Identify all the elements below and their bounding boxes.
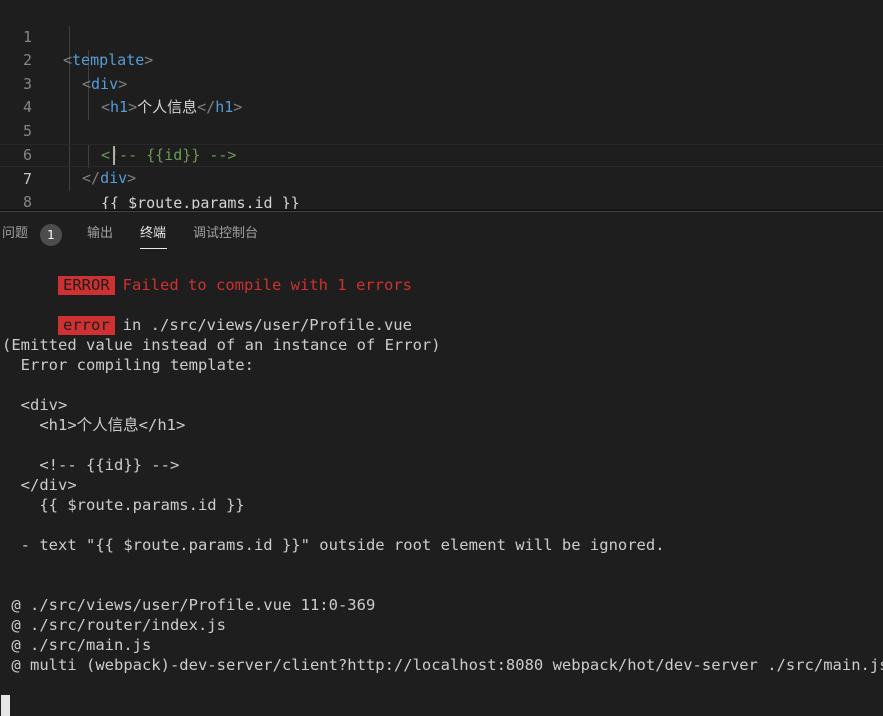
tab-terminal[interactable]: 终端 [140,225,166,243]
terminal-line: - text "{{ $route.params.id }}" outside … [2,536,665,554]
terminal-line: </div> [2,476,77,494]
terminal-line: @ multi (webpack)-dev-server/client?http… [2,656,883,674]
terminal-line: @ ./src/router/index.js [2,616,226,634]
tab-output[interactable]: 输出 [87,225,113,243]
problems-count-badge: 1 [40,224,62,246]
code-line[interactable]: 2 <div> [0,26,883,93]
error-message: Failed to compile with 1 errors [122,276,412,294]
bottom-panel: 问题 1 输出 终端 调试控制台 ERROR Failed to compile … [0,211,883,716]
code-line[interactable]: 5 <!-- {{id}} --> [0,96,883,164]
code-line[interactable]: 4 [0,73,883,116]
terminal-line: <!-- {{id}} --> [2,456,180,474]
code-line[interactable]: 6 </div> [0,120,883,188]
code-line-active[interactable]: 7 {{ $route.params.id }} [0,143,883,211]
panel-tabs: 问题 1 输出 终端 调试控制台 [0,212,883,252]
code-line[interactable]: 1 <template> [0,2,883,70]
code-line[interactable]: 9 <script> [0,191,883,211]
text-cursor [113,146,115,165]
code-line[interactable]: 8 </template> [0,167,883,211]
error-location: in ./src/views/user/Profile.vue [122,316,412,334]
terminal-line: @ ./src/main.js [2,636,152,654]
terminal-line: error in ./src/views/user/Profile.vue [2,295,412,335]
tab-problems[interactable]: 问题 [2,225,28,243]
active-tab-indicator [140,248,167,249]
error-badge: error [58,316,115,335]
terminal-line: <div> [2,396,68,414]
terminal-cursor [1,695,10,716]
terminal-line: {{ $route.params.id }} [2,496,245,514]
terminal-line: @ ./src/views/user/Profile.vue 11:0-369 [2,596,376,614]
terminal-line: (Emitted value instead of an instance of… [2,336,441,354]
terminal-line: <h1>个人信息</h1> [2,416,186,434]
code-line[interactable]: 3 <h1>个人信息</h1> [0,49,883,117]
terminal-line: Error compiling template: [2,356,254,374]
error-badge: ERROR [58,276,115,295]
tab-debug-console[interactable]: 调试控制台 [193,225,258,243]
code-editor[interactable]: 1 <template> 2 <div> 3 <h1>个人信息</h1> 4 5… [0,0,883,211]
terminal-line: ERROR Failed to compile with 1 errors [2,255,412,295]
